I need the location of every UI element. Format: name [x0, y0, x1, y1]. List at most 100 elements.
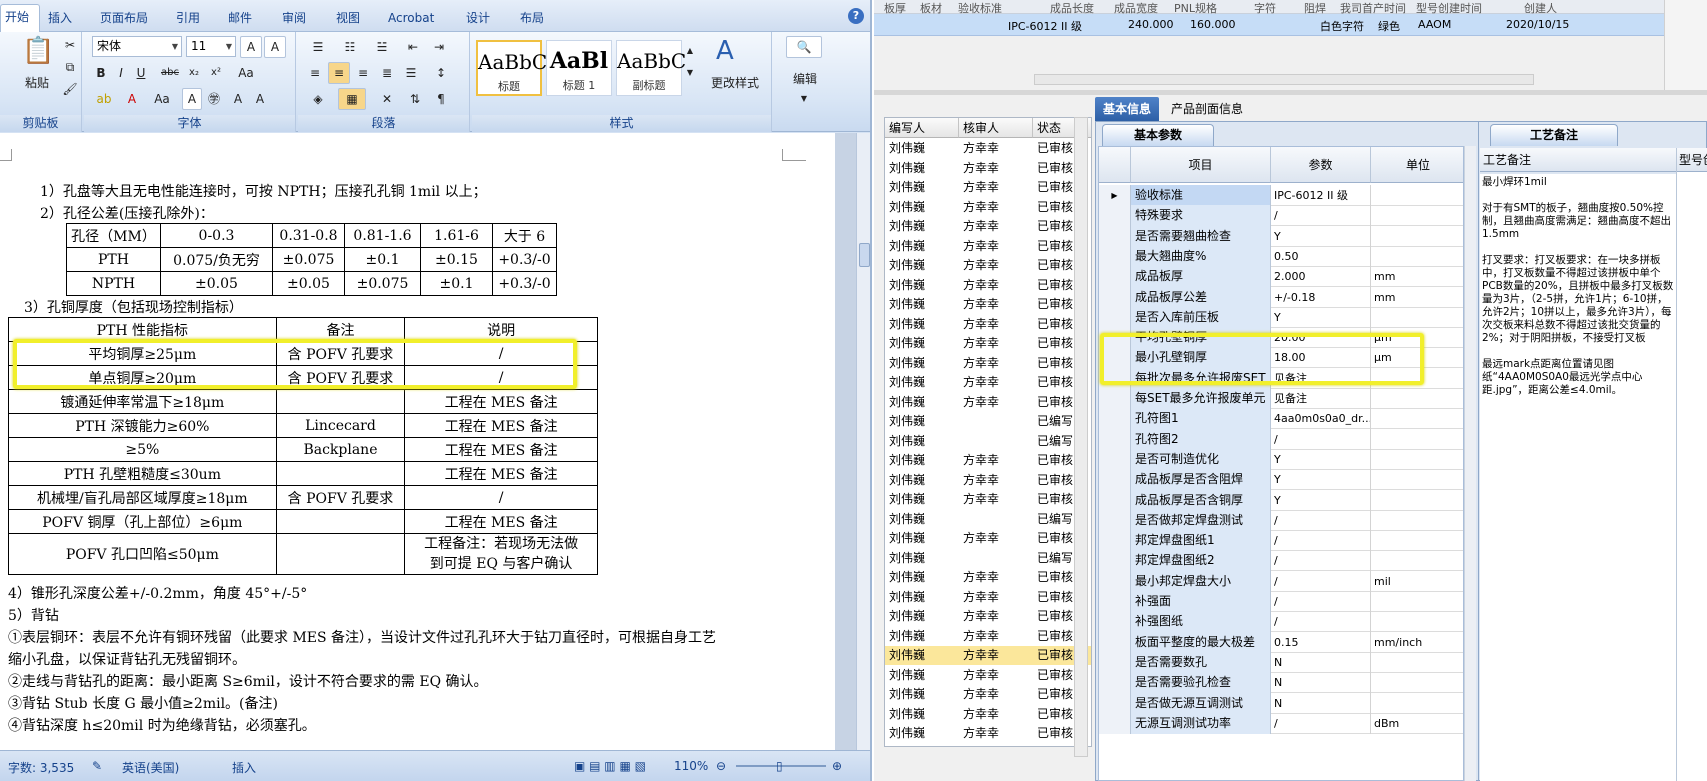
grow-icon[interactable]: A: [228, 88, 248, 110]
splitter[interactable]: [874, 90, 1707, 95]
scroll-thumb[interactable]: [859, 243, 870, 267]
list-cell[interactable]: 刘伟巍: [885, 295, 959, 314]
list-cell[interactable]: 刘伟巍: [885, 490, 959, 509]
property-row[interactable]: 成品板厚公差 +/-0.18 mm: [1099, 286, 1463, 308]
list-cell[interactable]: 刘伟巍: [885, 393, 959, 412]
list-cell[interactable]: 方幸幸: [959, 354, 1033, 373]
tab-references[interactable]: 引用: [172, 6, 204, 32]
line-spacing-icon[interactable]: ↕: [426, 62, 456, 84]
list-cell[interactable]: 方幸幸: [959, 451, 1033, 470]
property-row[interactable]: 是否需要验孔检查 N: [1099, 672, 1463, 694]
list-cell[interactable]: 方幸幸: [959, 393, 1033, 412]
clear-format-icon[interactable]: A: [264, 36, 286, 58]
list-cell[interactable]: [959, 510, 1033, 529]
underline-icon[interactable]: U: [132, 62, 150, 84]
list-cell[interactable]: 方幸幸: [959, 471, 1033, 490]
list-cell[interactable]: 方幸幸: [959, 588, 1033, 607]
zoom-out-icon[interactable]: ⊖: [716, 759, 726, 773]
list-cell[interactable]: 刘伟巍: [885, 705, 959, 724]
char-shading-icon[interactable]: A: [182, 88, 202, 110]
notes-text[interactable]: 最小焊环1mil 对于有SMT的板子，翘曲度按0.50%控制，且翘曲高度需满足：…: [1480, 174, 1676, 781]
list-cell[interactable]: 刘伟巍: [885, 412, 959, 431]
list-cell[interactable]: 刘伟巍: [885, 568, 959, 587]
property-row[interactable]: 成品板厚是否含铜厚 Y: [1099, 489, 1463, 511]
property-row[interactable]: 是否做邦定焊盘测试 /: [1099, 509, 1463, 531]
list-cell[interactable]: 刘伟巍: [885, 588, 959, 607]
property-row[interactable]: 孔符图2/: [1099, 428, 1463, 450]
list-cell[interactable]: 刘伟巍: [885, 549, 959, 568]
list-cell[interactable]: 方幸幸: [959, 178, 1033, 197]
borders-icon[interactable]: ▦: [338, 88, 366, 110]
tab-insert[interactable]: 插入: [44, 6, 76, 32]
list-cell[interactable]: 刘伟巍: [885, 334, 959, 353]
list-cell[interactable]: 方幸幸: [959, 198, 1033, 217]
styles-scroll-down-icon[interactable]: ▼: [684, 62, 696, 84]
property-row[interactable]: 补强面 /: [1099, 591, 1463, 612]
shrink-icon[interactable]: A: [250, 88, 270, 110]
property-value[interactable]: Y: [1271, 469, 1371, 491]
list-cell[interactable]: [959, 412, 1033, 431]
list-cell[interactable]: 刘伟巍: [885, 237, 959, 256]
paste-button[interactable]: 粘贴: [16, 72, 58, 94]
zoom-in-icon[interactable]: ⊕: [832, 759, 842, 773]
property-value[interactable]: /: [1271, 570, 1371, 592]
property-value[interactable]: +/-0.18: [1271, 286, 1371, 308]
property-value[interactable]: Y: [1271, 448, 1371, 470]
property-value[interactable]: 见备注: [1271, 388, 1371, 409]
change-case-icon[interactable]: Aa: [234, 62, 258, 84]
list-cell[interactable]: 刘伟巍: [885, 159, 959, 178]
tab-basic-info[interactable]: 基本信息: [1095, 97, 1160, 121]
list-cell[interactable]: 刘伟巍: [885, 471, 959, 490]
top-grid-hscroll[interactable]: [1034, 74, 1534, 85]
list-cell[interactable]: 刘伟巍: [885, 178, 959, 197]
property-value[interactable]: /: [1271, 591, 1371, 612]
property-value[interactable]: Y: [1271, 225, 1371, 247]
property-row[interactable]: 最小邦定焊盘大小 / mil: [1099, 570, 1463, 592]
property-value[interactable]: 2.000: [1271, 266, 1371, 288]
list-cell[interactable]: 刘伟巍: [885, 627, 959, 646]
property-value[interactable]: IPC-6012 II 级: [1271, 185, 1371, 206]
list-cell[interactable]: 方幸幸: [959, 276, 1033, 295]
property-row[interactable]: 每SET最多允许报废单元 见备注: [1099, 388, 1463, 409]
property-value[interactable]: N: [1271, 692, 1371, 714]
show-marks-icon[interactable]: ¶: [430, 88, 452, 110]
align-center-icon[interactable]: ≡: [328, 62, 350, 84]
style-heading1[interactable]: AaBl 标题 1: [546, 40, 612, 96]
list-cell[interactable]: 方幸幸: [959, 568, 1033, 587]
list-cell[interactable]: 刘伟巍: [885, 276, 959, 295]
list-cell[interactable]: 方幸幸: [959, 159, 1033, 178]
format-painter-icon[interactable]: 🖌: [60, 78, 80, 100]
property-row[interactable]: 成品板厚是否含阻焊 Y: [1099, 469, 1463, 491]
property-value[interactable]: /: [1271, 611, 1371, 633]
list-cell[interactable]: 方幸幸: [959, 646, 1033, 665]
zoom-slider-thumb[interactable]: ▯: [776, 759, 783, 773]
property-row[interactable]: 特殊要求 /: [1099, 205, 1463, 227]
zoom-level[interactable]: 110%: [674, 759, 708, 773]
subscript-icon[interactable]: x₂: [184, 62, 204, 84]
tab-process-notes[interactable]: 工艺备注: [1490, 124, 1618, 146]
superscript-icon[interactable]: x²: [206, 62, 226, 84]
property-row[interactable]: ▶ 验收标准 IPC-6012 II 级: [1099, 185, 1463, 206]
list-cell[interactable]: 方幸幸: [959, 685, 1033, 704]
numbering-icon[interactable]: ☷: [336, 36, 364, 58]
list-cell[interactable]: 刘伟巍: [885, 256, 959, 275]
list-cell[interactable]: 方幸幸: [959, 334, 1033, 353]
strikethrough-icon[interactable]: abc: [158, 62, 182, 84]
font-size-select[interactable]: 11 ▼: [186, 36, 236, 57]
list-scrollbar[interactable]: [1074, 117, 1088, 757]
list-cell[interactable]: 方幸幸: [959, 139, 1033, 158]
list-cell[interactable]: 方幸幸: [959, 744, 1033, 747]
chevron-down-icon[interactable]: ▼: [794, 88, 814, 110]
change-styles-icon[interactable]: A: [716, 36, 734, 66]
bold-icon[interactable]: B: [92, 62, 110, 84]
list-cell[interactable]: 方幸幸: [959, 490, 1033, 509]
tab-profile-info[interactable]: 产品剖面信息: [1163, 97, 1251, 121]
tab-home[interactable]: 开始: [0, 4, 40, 32]
list-cell[interactable]: 刘伟巍: [885, 510, 959, 529]
increase-indent-icon[interactable]: ⇥: [428, 36, 450, 58]
list-cell[interactable]: 刘伟巍: [885, 724, 959, 743]
list-cell[interactable]: 方幸幸: [959, 705, 1033, 724]
list-cell[interactable]: 刘伟巍: [885, 529, 959, 548]
font-name-select[interactable]: 宋体 ▼: [92, 36, 182, 57]
col-item[interactable]: 项目: [1131, 147, 1271, 183]
